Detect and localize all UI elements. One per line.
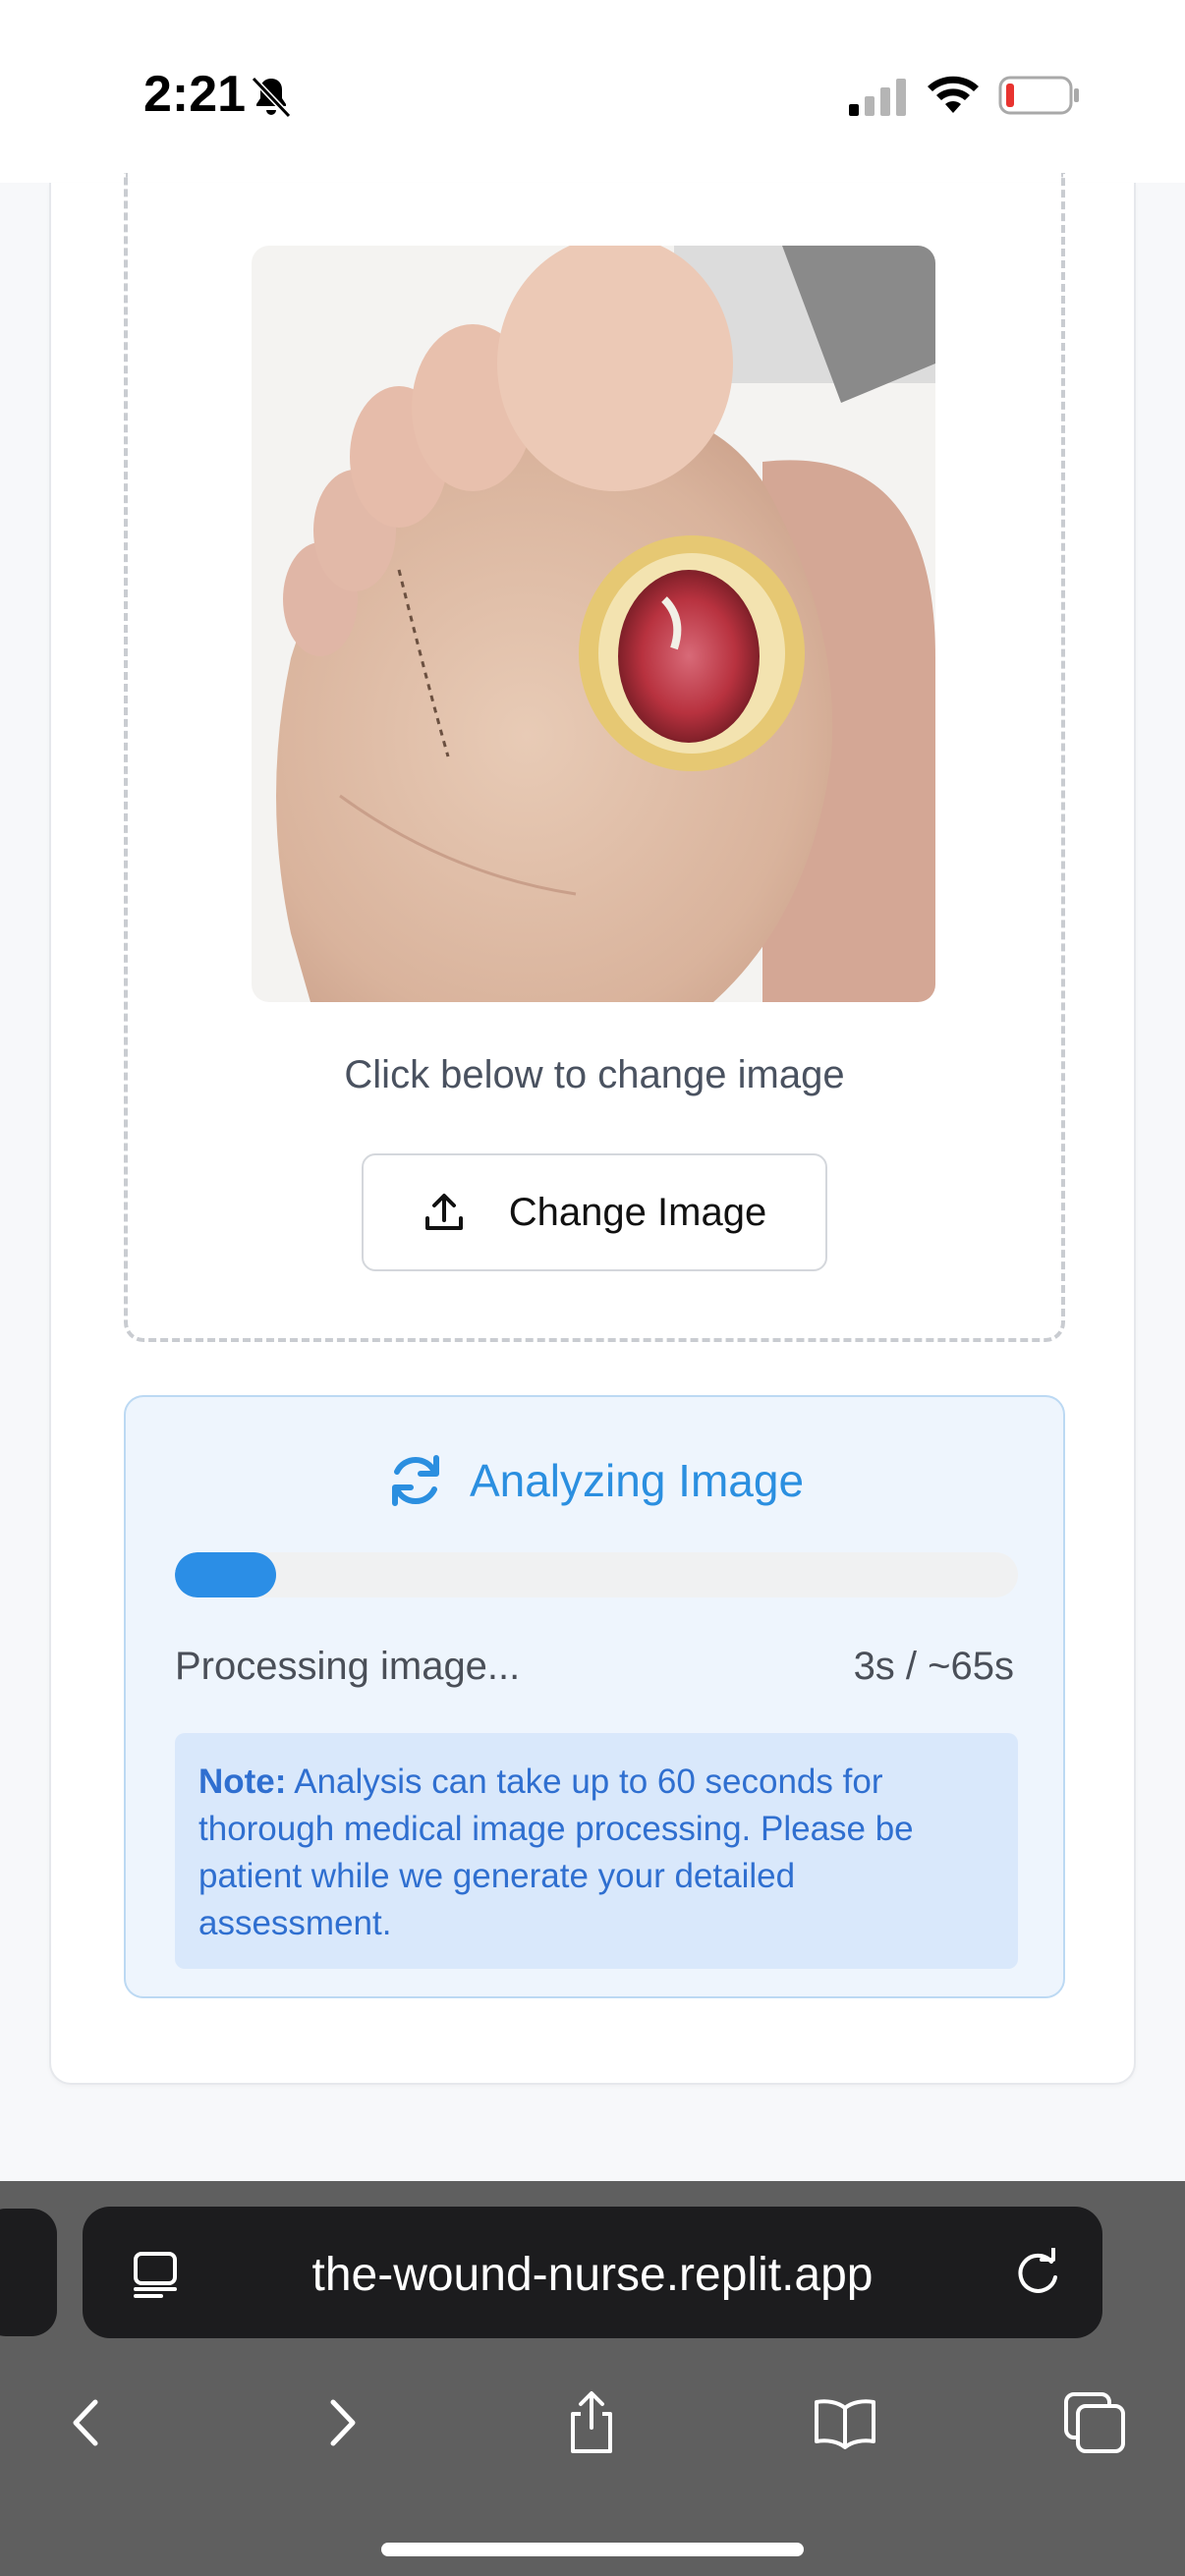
change-image-hint: Click below to change image <box>344 1053 845 1096</box>
browser-chrome: the-wound-nurse.replit.app <box>0 2181 1185 2576</box>
share-icon <box>571 2391 612 2453</box>
main-card: Click below to change image Change Image… <box>49 173 1136 2085</box>
note-label: Note: <box>198 1763 287 1801</box>
analysis-header: Analyzing Image <box>126 1450 1063 1511</box>
uploaded-wound-image <box>252 246 935 1002</box>
processing-status-text: Processing image... <box>175 1645 521 1688</box>
reload-icon[interactable] <box>1012 2248 1063 2299</box>
previous-tab-stub[interactable] <box>0 2209 57 2336</box>
analysis-panel: Analyzing Image Processing image... 3s /… <box>124 1395 1065 1998</box>
change-image-button[interactable]: Change Image <box>362 1153 827 1271</box>
bookmarks-button[interactable] <box>796 2374 894 2472</box>
tabs-icon <box>1064 2392 1125 2453</box>
elapsed-time-text: 3s / ~65s <box>853 1645 1014 1688</box>
status-bar: 2:21 <box>0 0 1185 183</box>
browser-toolbar <box>0 2374 1185 2492</box>
cellular-signal-icon <box>849 79 906 116</box>
forward-icon <box>330 2399 356 2446</box>
back-icon <box>73 2399 98 2446</box>
url-text: the-wound-nurse.replit.app <box>311 2249 874 2301</box>
note-text: Analysis can take up to 60 seconds for t… <box>198 1763 914 1942</box>
share-button[interactable] <box>542 2374 641 2472</box>
back-button[interactable] <box>37 2374 136 2472</box>
battery-low-icon <box>998 76 1079 115</box>
analysis-progress-fill <box>175 1552 276 1597</box>
status-time: 2:21 <box>143 66 247 123</box>
upload-icon <box>424 1194 463 1230</box>
analysis-progress-bar <box>175 1552 1018 1597</box>
tabs-button[interactable] <box>1045 2374 1144 2472</box>
forward-button[interactable] <box>293 2374 391 2472</box>
analysis-note: Note: Analysis can take up to 60 seconds… <box>175 1733 1018 1969</box>
silent-bell-icon <box>251 76 292 119</box>
wifi-icon <box>928 76 979 113</box>
analysis-title: Analyzing Image <box>469 1455 805 1506</box>
address-bar[interactable]: the-wound-nurse.replit.app <box>83 2207 1102 2338</box>
bookmarks-icon <box>815 2399 875 2449</box>
refresh-spinner-icon <box>391 1455 439 1506</box>
home-indicator <box>381 2543 804 2556</box>
change-image-label: Change Image <box>508 1190 767 1234</box>
